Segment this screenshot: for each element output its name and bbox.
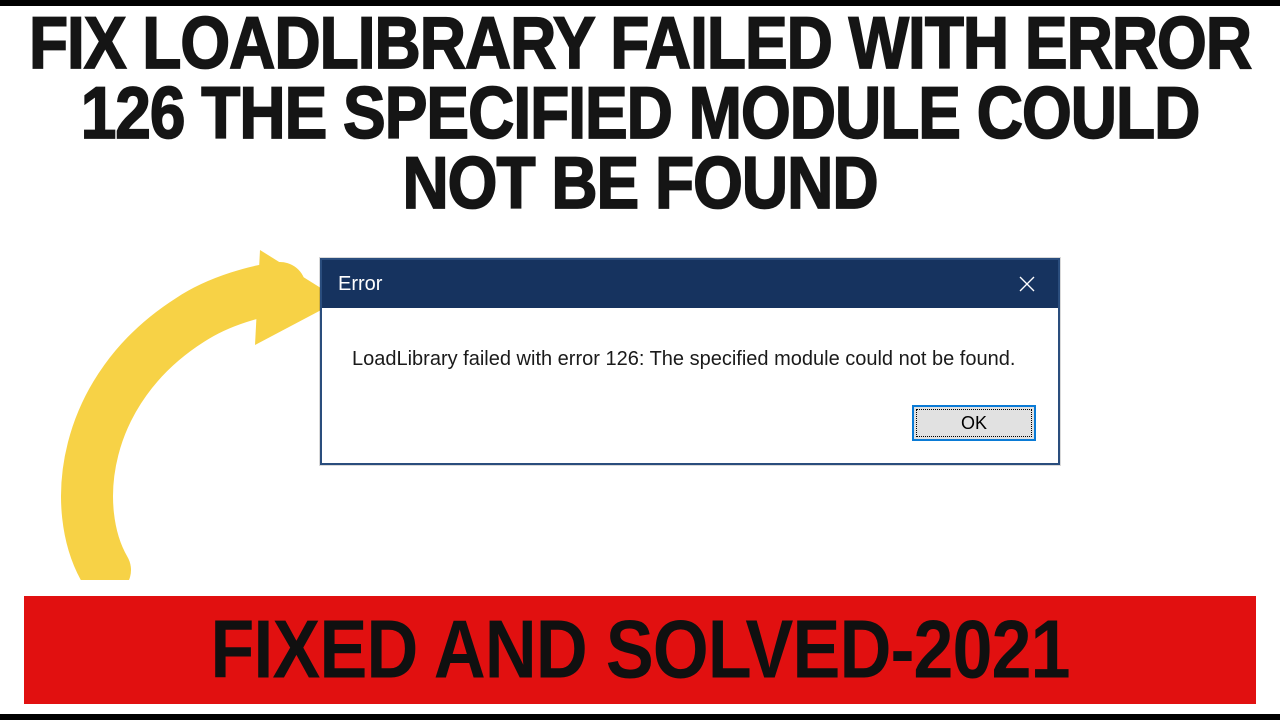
ok-button[interactable]: OK <box>912 405 1036 441</box>
solved-banner-text: FIXED AND SOLVED-2021 <box>210 603 1069 697</box>
solved-banner: FIXED AND SOLVED-2021 <box>24 596 1256 704</box>
close-button[interactable] <box>1000 264 1054 304</box>
frame-bar-bottom <box>0 714 1280 720</box>
dialog-title: Error <box>338 273 382 296</box>
thumbnail-headline: FIX LOADLIBRARY FAILED WITH ERROR 126 TH… <box>20 8 1260 218</box>
dialog-button-row: OK <box>322 393 1058 463</box>
dialog-message: LoadLibrary failed with error 126: The s… <box>322 308 1058 393</box>
close-icon <box>1017 274 1037 294</box>
pointer-arrow-icon <box>50 250 320 580</box>
dialog-titlebar[interactable]: Error <box>322 260 1058 308</box>
error-dialog: Error LoadLibrary failed with error 126:… <box>320 258 1060 465</box>
